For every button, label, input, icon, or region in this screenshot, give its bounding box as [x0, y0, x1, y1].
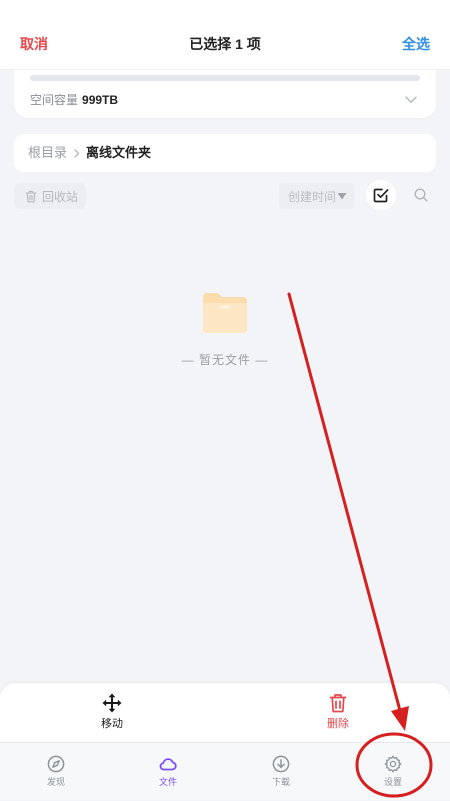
tab-settings[interactable]: 设置	[363, 743, 423, 801]
sort-button[interactable]: 创建时间	[279, 183, 355, 209]
empty-state-text: — 暂无文件 —	[181, 353, 269, 367]
tab-bar: 发现 文件 下载 设置	[0, 742, 450, 800]
storage-progress-bar	[30, 75, 420, 81]
tab-label: 下载	[271, 777, 290, 787]
delete-label: 删除	[327, 718, 349, 730]
storage-capacity: 999TB	[82, 93, 119, 107]
annotation-overlay	[287, 292, 433, 798]
cloud-icon	[159, 758, 177, 771]
move-icon	[102, 693, 122, 713]
gear-icon	[384, 755, 402, 773]
breadcrumb-root[interactable]: 根目录	[28, 134, 67, 172]
search-icon[interactable]	[414, 188, 428, 202]
tab-files[interactable]: 文件	[138, 743, 198, 801]
caret-down-icon	[337, 193, 347, 200]
breadcrumb-current: 离线文件夹	[86, 145, 152, 160]
recycle-bin-button[interactable]: 回收站	[14, 183, 86, 209]
action-sheet: 移动 删除	[0, 683, 450, 743]
tab-discover[interactable]: 发现	[26, 743, 86, 801]
storage-info: 空间容量 999TB	[30, 92, 118, 108]
download-icon	[272, 755, 290, 773]
multi-select-button[interactable]	[366, 180, 396, 210]
sort-label: 创建时间	[288, 189, 337, 204]
tab-label: 发现	[46, 777, 65, 787]
chevron-right-icon	[74, 148, 80, 158]
move-label: 移动	[101, 718, 123, 730]
tab-label: 文件	[158, 777, 177, 787]
tab-label: 设置	[383, 777, 402, 787]
cancel-button[interactable]: 取消	[20, 36, 48, 52]
check-square-icon	[373, 188, 389, 203]
folder-icon	[203, 293, 247, 333]
tab-downloads[interactable]: 下载	[251, 743, 311, 801]
compass-icon	[47, 755, 65, 773]
trash-icon	[329, 694, 347, 713]
delete-button[interactable]: 删除	[298, 683, 378, 743]
header: 已选择 1 项 取消 全选	[0, 0, 450, 70]
move-button[interactable]: 移动	[72, 683, 152, 743]
select-all-button[interactable]: 全选	[402, 36, 430, 52]
recycle-bin-label: 回收站	[42, 189, 79, 204]
chevron-down-icon[interactable]	[405, 96, 417, 104]
storage-label: 空间容量	[30, 93, 79, 107]
breadcrumb: 根目录 离线文件夹	[14, 134, 436, 172]
page-title: 已选择 1 项	[189, 36, 261, 52]
storage-card[interactable]: 空间容量 999TB	[14, 70, 436, 118]
trash-icon	[25, 190, 37, 202]
